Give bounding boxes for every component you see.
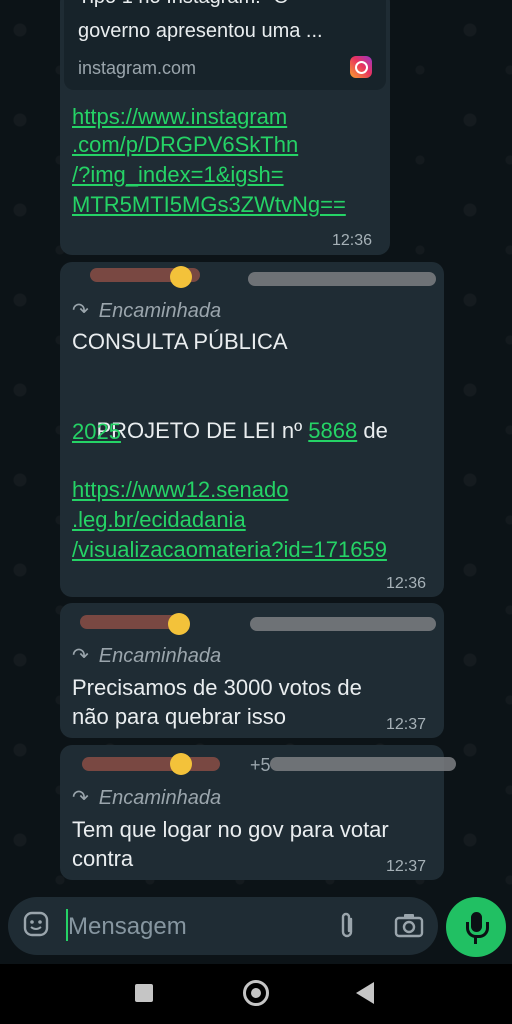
message-input[interactable]: Mensagem: [68, 913, 187, 941]
link-line[interactable]: https://www.instagram: [72, 102, 287, 132]
link-line[interactable]: /?img_index=1&igsh=: [72, 160, 284, 190]
message-text: não para quebrar isso: [72, 704, 287, 729]
forward-arrow-icon: ↷: [72, 787, 89, 809]
forwarded-label: ↷ Encaminhada: [72, 300, 222, 322]
preview-title-line1: Tipo 1 no Instagram: "O: [78, 0, 289, 9]
emoji-icon: [170, 753, 192, 775]
message-text: CONSULTA PÚBLICA: [72, 329, 288, 354]
link-line[interactable]: .com/p/DRGPV6SkThn: [72, 130, 298, 160]
message-input-bar[interactable]: Mensagem: [8, 897, 438, 955]
redacted-sender-name: [80, 615, 180, 629]
preview-title-line2: governo apresentou uma ...: [78, 20, 323, 42]
message-text: contra: [72, 846, 134, 871]
forward-arrow-icon: ↷: [72, 645, 89, 667]
instagram-icon: [350, 56, 372, 78]
message-bubble-3[interactable]: ↷ Encaminhada Precisamos de 3000 votos de…: [60, 603, 444, 738]
message-time: 12:37: [386, 716, 427, 733]
message-time: 12:36: [332, 232, 373, 249]
sender-phone-prefix: +5: [250, 755, 271, 775]
system-navigation-bar: [0, 964, 512, 1024]
law-number-link[interactable]: 5868: [308, 418, 357, 443]
square-icon[interactable]: [135, 984, 153, 1002]
forwarded-label: ↷ Encaminhada: [72, 645, 222, 667]
year-link[interactable]: 2025: [72, 417, 121, 447]
triangle-back-icon[interactable]: [356, 982, 374, 1004]
message-text: Precisamos de 3000 votos de: [72, 675, 362, 700]
link-line[interactable]: .leg.br/ecidadania: [72, 505, 246, 535]
redacted-sender-phone: [250, 617, 436, 631]
message-time: 12:36: [386, 575, 427, 592]
emoji-icon: [170, 266, 192, 288]
message-bubble-4[interactable]: +5 ↷ Encaminhada Tem que logar no gov par…: [60, 745, 456, 880]
paperclip-icon[interactable]: [336, 911, 358, 948]
message-text: Tem que logar no gov para votar: [72, 817, 389, 842]
redacted-sender-phone: [270, 757, 456, 771]
voice-message-button[interactable]: [446, 897, 506, 957]
sticker-icon[interactable]: [22, 910, 50, 945]
redacted-sender-phone: [248, 272, 436, 286]
forward-arrow-icon: ↷: [72, 300, 89, 322]
preview-domain: instagram.com: [78, 58, 197, 78]
forwarded-label: ↷ Encaminhada: [72, 787, 222, 809]
emoji-icon: [168, 613, 190, 635]
message-bubble-2[interactable]: ↷ Encaminhada CONSULTA PÚBLICA PROJETO DE…: [60, 262, 444, 597]
link-line[interactable]: https://www12.senado: [72, 475, 288, 505]
link-line[interactable]: MTR5MTI5MGs3ZWtvNg==: [72, 190, 346, 220]
circle-icon[interactable]: [243, 980, 269, 1006]
redacted-sender-name: [82, 757, 220, 771]
link-preview-card[interactable]: Tipo 1 no Instagram: "O governo apresent…: [64, 0, 386, 90]
message-time: 12:37: [386, 858, 427, 875]
camera-icon[interactable]: [394, 912, 424, 945]
link-line[interactable]: /visualizacaomateria?id=171659: [72, 535, 387, 565]
message1-body: https://www.instagram .com/p/DRGPV6SkThn…: [60, 90, 390, 255]
